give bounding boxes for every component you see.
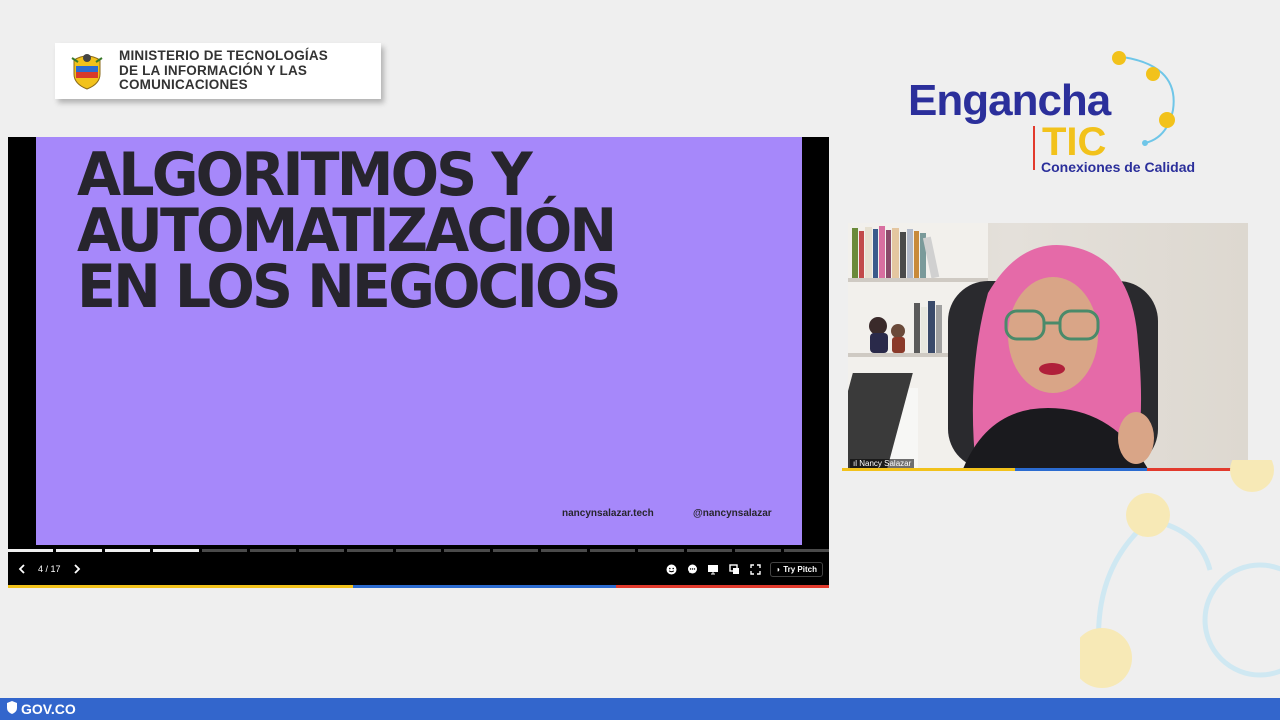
slide-handle: @nancynsalazar bbox=[693, 508, 772, 519]
slide: ALGORITMOS Y AUTOMATIZACIÓN EN LOS NEGOC… bbox=[36, 137, 802, 545]
logo-word: Engancha bbox=[908, 76, 1111, 125]
gov-footer-bar: GOV.CO bbox=[0, 698, 1280, 720]
presentation-player: ALGORITMOS Y AUTOMATIZACIÓN EN LOS NEGOC… bbox=[8, 137, 829, 588]
logo-tagline: Conexiones de Calidad bbox=[1041, 159, 1196, 175]
progress-segment[interactable] bbox=[783, 549, 829, 552]
try-pitch-button[interactable]: ◗ Try Pitch bbox=[770, 561, 823, 577]
progress-segment[interactable] bbox=[589, 549, 636, 552]
present-icon[interactable] bbox=[707, 563, 719, 575]
ministry-name: MINISTERIO DE TECNOLOGÍAS DE LA INFORMAC… bbox=[119, 48, 329, 93]
previous-slide-button[interactable] bbox=[16, 563, 28, 575]
progress-segment[interactable] bbox=[298, 549, 345, 552]
progress-segment[interactable] bbox=[153, 549, 199, 552]
slide-progress-bar[interactable] bbox=[8, 549, 829, 553]
speaker-video-image bbox=[848, 223, 1158, 469]
speaker-webcam: ıl Nancy Salazar bbox=[848, 223, 1248, 469]
ministry-card: MINISTERIO DE TECNOLOGÍAS DE LA INFORMAC… bbox=[55, 43, 381, 99]
player-controls: 4 / 17 ◗ Try Pitch bbox=[8, 557, 829, 581]
gov-shield-icon bbox=[6, 701, 18, 717]
progress-segment[interactable] bbox=[444, 549, 490, 552]
progress-segment[interactable] bbox=[686, 549, 733, 552]
progress-segment[interactable] bbox=[347, 549, 393, 552]
decorative-network-graphic bbox=[1080, 460, 1280, 688]
comment-icon[interactable] bbox=[686, 563, 698, 575]
progress-segment[interactable] bbox=[735, 549, 781, 552]
player-color-stripe bbox=[8, 585, 829, 588]
colombia-crest-icon bbox=[55, 43, 119, 99]
logo-divider bbox=[1033, 126, 1035, 170]
page-counter: 4 / 17 bbox=[38, 564, 61, 574]
progress-segment[interactable] bbox=[541, 549, 587, 552]
participant-name-label: ıl Nancy Salazar bbox=[850, 459, 915, 468]
progress-segment[interactable] bbox=[492, 549, 539, 552]
slide-title: ALGORITMOS Y AUTOMATIZACIÓN EN LOS NEGOC… bbox=[77, 140, 622, 322]
next-slide-button[interactable] bbox=[71, 563, 83, 575]
progress-segment[interactable] bbox=[56, 549, 102, 552]
gov-co-link[interactable]: GOV.CO bbox=[6, 701, 76, 717]
progress-segment[interactable] bbox=[8, 549, 54, 552]
progress-segment[interactable] bbox=[395, 549, 442, 552]
fullscreen-icon[interactable] bbox=[749, 563, 761, 575]
engancha-tic-logo: Engancha TIC Conexiones de Calidad bbox=[905, 48, 1205, 178]
progress-segment[interactable] bbox=[250, 549, 296, 552]
progress-segment[interactable] bbox=[201, 549, 248, 552]
progress-segment[interactable] bbox=[104, 549, 151, 552]
emoji-icon[interactable] bbox=[665, 563, 677, 575]
window-icon[interactable] bbox=[728, 563, 740, 575]
progress-segment[interactable] bbox=[638, 549, 684, 552]
pitch-logo-icon: ◗ bbox=[776, 564, 781, 574]
slide-website: nancynsalazar.tech bbox=[562, 508, 654, 519]
